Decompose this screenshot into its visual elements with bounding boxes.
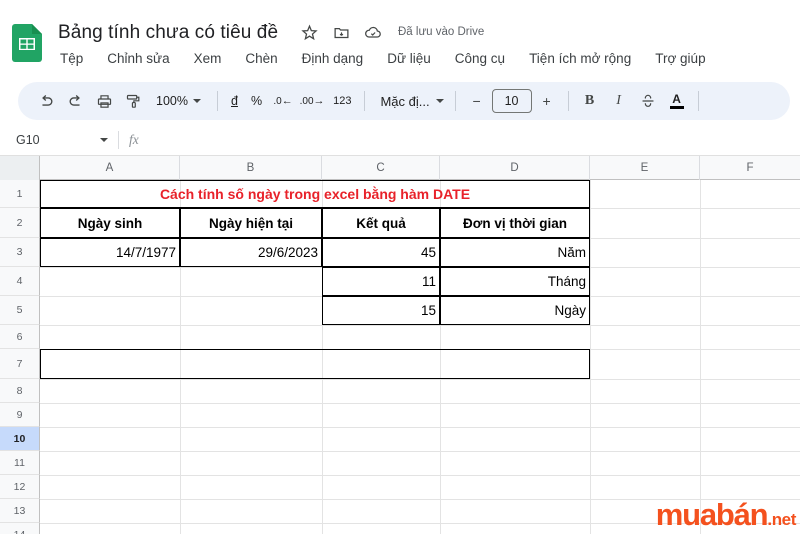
row-header-8[interactable]: 8 <box>0 379 40 403</box>
strikethrough-icon[interactable] <box>634 87 662 115</box>
toolbar-divider-4 <box>567 91 569 111</box>
spreadsheet-grid[interactable]: A B C D E F 1 2 3 4 5 6 7 8 9 10 11 12 1… <box>0 156 800 534</box>
row-header-5[interactable]: 5 <box>0 296 40 325</box>
save-status-text: Đã lưu vào Drive <box>398 26 485 38</box>
row-header-3[interactable]: 3 <box>0 238 40 267</box>
page-title[interactable]: Bảng tính chưa có tiêu đề <box>58 22 278 44</box>
star-icon[interactable] <box>300 23 318 41</box>
menu-edit[interactable]: Chỉnh sửa <box>105 49 171 68</box>
move-to-folder-icon[interactable] <box>332 23 350 41</box>
toolbar-divider-2 <box>364 91 366 111</box>
italic-button[interactable]: I <box>605 87 633 115</box>
toolbar-divider-5 <box>697 91 699 111</box>
menu-bar: Tệp Chỉnh sửa Xem Chèn Định dạng Dữ liệu… <box>58 46 708 70</box>
bold-button[interactable]: B <box>576 87 604 115</box>
watermark-muaban: muabán .net <box>655 497 797 532</box>
cell-d5[interactable]: Ngày <box>440 296 590 325</box>
more-formats-button[interactable]: 123 <box>327 88 357 114</box>
row-header-6[interactable]: 6 <box>0 325 40 349</box>
text-color-swatch <box>669 105 684 109</box>
row-header-11[interactable]: 11 <box>0 451 40 475</box>
currency-format-button[interactable]: đ <box>225 88 244 114</box>
watermark-sub-text: .net <box>767 510 796 529</box>
cell-d3[interactable]: Năm <box>440 238 590 267</box>
font-family-value: Mặc đị... <box>380 93 430 109</box>
row-header-1[interactable]: 1 <box>0 180 40 208</box>
font-size-input[interactable]: 10 <box>491 89 532 113</box>
cell-a2-header-ngay-sinh[interactable]: Ngày sinh <box>40 208 180 238</box>
menu-tools[interactable]: Công cụ <box>453 49 507 68</box>
decrease-decimal-icon[interactable]: .0 ← <box>269 87 297 115</box>
font-family-dropdown[interactable]: Mặc đị... <box>372 88 447 114</box>
row-header-12[interactable]: 12 <box>0 475 40 499</box>
paint-format-icon[interactable] <box>119 87 147 115</box>
cell-title-banner[interactable]: Cách tính số ngày trong excel bằng hàm D… <box>40 180 590 208</box>
text-color-button[interactable]: A <box>663 87 691 115</box>
select-all-corner[interactable] <box>0 156 40 180</box>
cell-border-row7-band[interactable] <box>40 349 590 379</box>
main-toolbar: 100% đ % .0← .00→ 123 Mặc đị... − 10 + <box>18 82 790 120</box>
row-header-13[interactable]: 13 <box>0 499 40 523</box>
document-title-row: Bảng tính chưa có tiêu đề <box>58 18 278 48</box>
menu-extensions[interactable]: Tiện ích mở rộng <box>527 49 633 68</box>
row-header-4[interactable]: 4 <box>0 267 40 296</box>
redo-icon[interactable] <box>61 87 89 115</box>
cell-c2-header-ket-qua[interactable]: Kết quả <box>322 208 440 238</box>
fx-icon[interactable]: fx <box>129 132 139 148</box>
cell-c4[interactable]: 11 <box>322 267 440 296</box>
menu-file[interactable]: Tệp <box>58 49 85 68</box>
increase-decimal-icon[interactable]: .00 → <box>298 87 326 115</box>
cell-d2-header-don-vi-thoi-gian[interactable]: Đơn vị thời gian <box>440 208 590 238</box>
column-header-row: A B C D E F <box>0 156 800 180</box>
toolbar-divider <box>217 91 218 111</box>
google-sheets-icon <box>12 24 42 62</box>
chevron-down-icon <box>192 99 201 103</box>
column-header-e[interactable]: E <box>590 156 700 180</box>
print-icon[interactable] <box>90 87 118 115</box>
cell-b2-header-ngay-hien-tai[interactable]: Ngày hiện tại <box>180 208 322 238</box>
row-header-10[interactable]: 10 <box>0 427 40 451</box>
formula-bar-divider <box>118 130 119 149</box>
cell-a3[interactable]: 14/7/1977 <box>40 238 180 267</box>
toolbar-container: 100% đ % .0← .00→ 123 Mặc đị... − 10 + <box>0 80 800 122</box>
column-header-c[interactable]: C <box>322 156 440 180</box>
menu-data[interactable]: Dữ liệu <box>385 49 433 68</box>
formula-bar: G10 fx <box>0 124 800 156</box>
menu-insert[interactable]: Chèn <box>243 49 279 68</box>
formula-input[interactable] <box>153 127 800 153</box>
row-header-9[interactable]: 9 <box>0 403 40 427</box>
toolbar-divider-3 <box>454 91 456 111</box>
title-action-icons: Đã lưu vào Drive <box>300 20 484 44</box>
zoom-dropdown[interactable]: 100% <box>148 88 210 114</box>
row-header-14[interactable]: 14 <box>0 523 40 534</box>
menu-help[interactable]: Trợ giúp <box>653 49 707 68</box>
zoom-value: 100% <box>156 94 188 108</box>
menu-view[interactable]: Xem <box>192 49 224 68</box>
menu-format[interactable]: Định dạng <box>300 49 366 68</box>
row-header-2[interactable]: 2 <box>0 208 40 238</box>
row-header-7[interactable]: 7 <box>0 349 40 379</box>
column-header-a[interactable]: A <box>40 156 180 180</box>
chevron-down-icon <box>100 137 108 142</box>
font-size-decrease-button[interactable]: − <box>463 87 491 115</box>
cell-c3[interactable]: 45 <box>322 238 440 267</box>
column-header-d[interactable]: D <box>440 156 590 180</box>
font-size-increase-button[interactable]: + <box>533 87 561 115</box>
name-box[interactable]: G10 <box>8 127 116 153</box>
undo-icon[interactable] <box>32 87 60 115</box>
cell-c5[interactable]: 15 <box>322 296 440 325</box>
app-header: Bảng tính chưa có tiêu đề Đã lưu vào Dri… <box>0 0 800 76</box>
cell-b3[interactable]: 29/6/2023 <box>180 238 322 267</box>
percent-format-button[interactable]: % <box>245 88 268 114</box>
column-header-f[interactable]: F <box>700 156 800 180</box>
cell-d4[interactable]: Tháng <box>440 267 590 296</box>
name-box-value: G10 <box>16 132 40 147</box>
column-header-b[interactable]: B <box>180 156 322 180</box>
watermark-main-text: muabán <box>655 497 769 532</box>
cloud-saved-icon[interactable] <box>364 23 382 41</box>
text-color-letter: A <box>672 91 681 106</box>
chevron-down-icon <box>435 99 444 103</box>
